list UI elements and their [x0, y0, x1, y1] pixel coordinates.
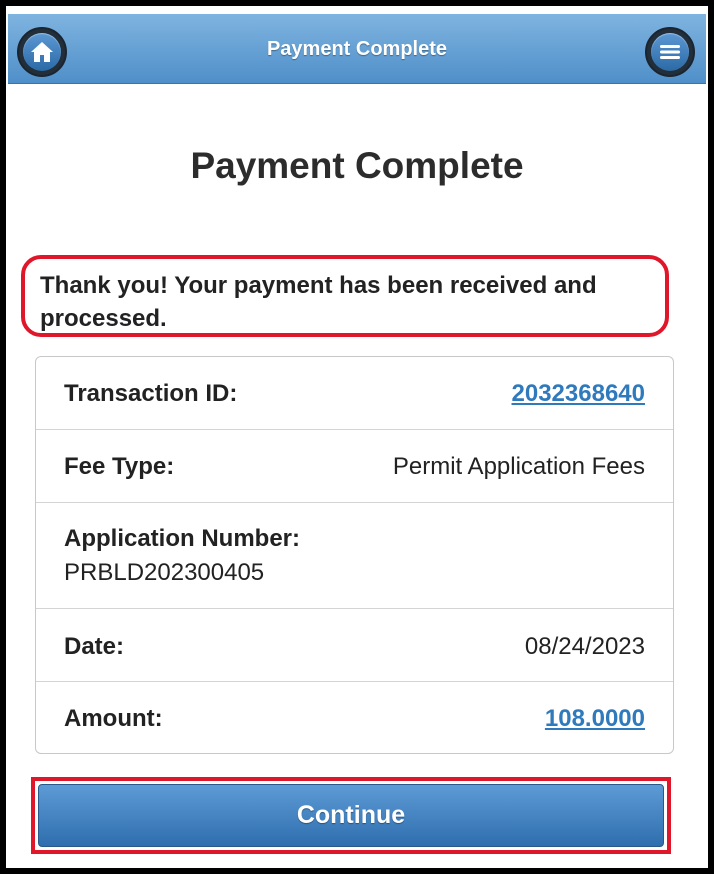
amount-label: Amount:	[64, 705, 163, 732]
amount-link[interactable]: 108.0000	[545, 705, 645, 733]
application-number-label: Application Number:	[64, 525, 301, 552]
fee-type-label: Fee Type:	[64, 453, 175, 480]
fee-type-value: Permit Application Fees	[392, 453, 645, 480]
menu-button[interactable]	[645, 27, 695, 77]
date-value: 08/24/2023	[524, 633, 645, 660]
menu-icon	[660, 45, 680, 59]
date-row: Date: 08/24/2023	[36, 609, 673, 682]
fee-type-row: Fee Type: Permit Application Fees	[36, 430, 673, 503]
transaction-id-link[interactable]: 2032368640	[512, 380, 645, 408]
continue-button[interactable]: Continue	[38, 784, 664, 847]
application-number-value: PRBLD202300405	[64, 559, 265, 586]
header-bar: Payment Complete	[8, 14, 706, 84]
page-title: Payment Complete	[190, 145, 524, 186]
application-number-row: Application Number: PRBLD202300405	[36, 503, 673, 609]
header-title: Payment Complete	[266, 38, 448, 60]
transaction-id-row: Transaction ID: 2032368640	[36, 357, 673, 430]
date-label: Date:	[64, 633, 125, 660]
confirmation-message-box: Thank you! Your payment has been receive…	[21, 255, 669, 337]
payment-details-card: Transaction ID: 2032368640 Fee Type: Per…	[35, 356, 674, 754]
amount-row: Amount: 108.0000	[36, 682, 673, 754]
transaction-id-label: Transaction ID:	[64, 380, 238, 407]
confirmation-message: Thank you! Your payment has been receive…	[40, 272, 597, 332]
continue-button-highlight: Continue	[31, 777, 671, 854]
app-frame: Payment Complete Payment Complete Thank …	[6, 6, 708, 868]
